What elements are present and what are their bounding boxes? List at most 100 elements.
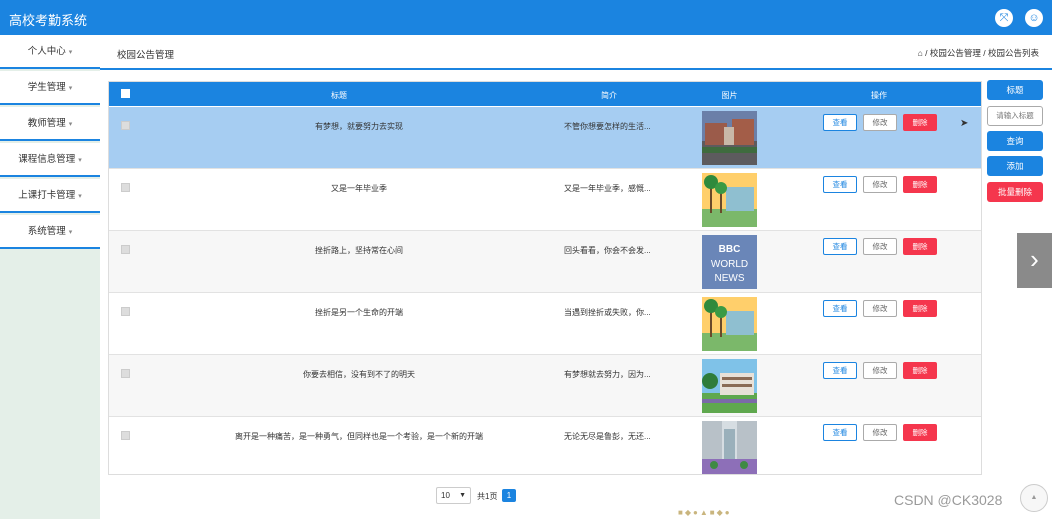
sidebar-item-label: 系统管理 bbox=[27, 226, 66, 237]
title-label-button[interactable]: 标题 bbox=[987, 80, 1043, 100]
home-icon[interactable]: ⌂ bbox=[918, 48, 923, 58]
delete-button[interactable]: 删除 bbox=[903, 424, 937, 441]
scroll-top-icon[interactable]: ▲ bbox=[1020, 484, 1048, 512]
view-button[interactable]: 查看 bbox=[823, 362, 857, 379]
cell-intro: 有梦想就去努力，因为... bbox=[564, 370, 651, 379]
table-row[interactable]: 挫折是另一个生命的开端 当遇到挫折或失败，你... 查看 修改 删除 bbox=[109, 293, 981, 355]
page-title: 校园公告管理 bbox=[117, 50, 175, 61]
row-checkbox[interactable] bbox=[121, 369, 130, 378]
column-header-image: 图片 bbox=[721, 91, 738, 100]
view-button[interactable]: 查看 bbox=[823, 238, 857, 255]
edit-button[interactable]: 修改 bbox=[863, 424, 897, 441]
breadcrumb: ⌂ / 校园公告管理 / 校园公告列表 bbox=[918, 47, 1039, 59]
edit-button[interactable]: 修改 bbox=[863, 300, 897, 317]
delete-button[interactable]: 删除 bbox=[903, 362, 937, 379]
sidebar-item-courses[interactable]: 课程信息管理 ▾ bbox=[0, 143, 100, 177]
chevron-down-icon: ▾ bbox=[78, 157, 82, 164]
cell-title: 你要去相信，没有到不了的明天 bbox=[303, 370, 415, 379]
breadcrumb-item[interactable]: 校园公告管理 bbox=[930, 48, 981, 58]
breadcrumb-bar: 校园公告管理 ⌂ / 校园公告管理 / 校园公告列表 bbox=[100, 35, 1052, 70]
row-checkbox[interactable] bbox=[121, 431, 130, 440]
total-pages: 共1页 bbox=[477, 492, 498, 501]
cell-title: 挫折是另一个生命的开端 bbox=[315, 308, 403, 317]
column-header-intro[interactable]: 简介 bbox=[579, 90, 639, 101]
notice-image[interactable] bbox=[702, 359, 757, 413]
cell-intro: 不管你想要怎样的生活... bbox=[564, 122, 651, 131]
notice-image[interactable] bbox=[702, 173, 757, 227]
toolbar-icon[interactable]: ■ bbox=[710, 508, 717, 517]
edit-button[interactable]: 修改 bbox=[863, 114, 897, 131]
page-size-value: 10 bbox=[441, 491, 450, 500]
sidebar-item-label: 学生管理 bbox=[27, 82, 66, 93]
cell-intro: 回头看看，你会不会发... bbox=[564, 246, 651, 255]
next-slide-arrow-icon[interactable]: › bbox=[1017, 233, 1052, 288]
mouse-cursor-icon: ➤ bbox=[960, 118, 969, 129]
table-row[interactable]: 你要去相信，没有到不了的明天 有梦想就去努力，因为... 查看 修改 删除 bbox=[109, 355, 981, 417]
sidebar-item-teachers[interactable]: 教师管理 ▾ bbox=[0, 107, 100, 141]
breadcrumb-separator: / bbox=[925, 48, 928, 58]
table-row[interactable]: 又是一年毕业季 又是一年毕业季，感慨... 查看 修改 删除 bbox=[109, 169, 981, 231]
sidebar-item-attendance[interactable]: 上课打卡管理 ▾ bbox=[0, 179, 100, 213]
batch-delete-button[interactable]: 批量删除 bbox=[987, 182, 1043, 202]
toolbar-icon[interactable]: ◆ bbox=[685, 508, 693, 517]
table-header: 标题 简介 图片 操作 bbox=[109, 82, 981, 106]
edit-button[interactable]: 修改 bbox=[863, 362, 897, 379]
notice-image[interactable]: BBC WORLD NEWS bbox=[702, 235, 757, 289]
sidebar-item-personal-center[interactable]: 个人中心 ▾ bbox=[0, 35, 100, 69]
row-checkbox[interactable] bbox=[121, 245, 130, 254]
user-icon[interactable]: ☺ bbox=[1025, 9, 1043, 27]
sidebar-item-label: 课程信息管理 bbox=[18, 154, 76, 165]
sidebar-item-label: 个人中心 bbox=[27, 46, 66, 57]
chevron-down-icon: ▾ bbox=[78, 193, 82, 200]
row-checkbox[interactable] bbox=[121, 307, 130, 316]
sidebar-item-students[interactable]: 学生管理 ▾ bbox=[0, 71, 100, 105]
search-input[interactable]: 请输入标题 bbox=[987, 106, 1043, 126]
toolbar-icon[interactable]: ● bbox=[725, 508, 732, 517]
toolbar-icon[interactable]: ■ bbox=[678, 508, 685, 517]
page-number-current[interactable]: 1 bbox=[502, 489, 516, 502]
view-button[interactable]: 查看 bbox=[823, 424, 857, 441]
main-content: 标题 简介 图片 操作 有梦想，就要努力去实现 不管你想要怎样的生活... 查看 修改… bbox=[100, 72, 1052, 519]
cell-title: 离开是一种痛苦，是一种勇气，但同样也是一个考验，是一个新的开端 bbox=[235, 432, 483, 441]
column-header-title[interactable]: 标题 bbox=[149, 90, 529, 101]
page-size-select[interactable]: 10 ▼ bbox=[436, 487, 471, 504]
notice-image[interactable] bbox=[702, 297, 757, 351]
add-button[interactable]: 添加 bbox=[987, 156, 1043, 176]
cell-title: 挫折路上，坚持常在心间 bbox=[315, 246, 403, 255]
toolbar-icon[interactable]: ▲ bbox=[700, 508, 710, 517]
column-header-actions: 操作 bbox=[871, 91, 887, 100]
cell-intro: 无论无尽是鲁彭，无还... bbox=[564, 432, 651, 441]
notice-image[interactable] bbox=[702, 111, 757, 165]
view-button[interactable]: 查看 bbox=[823, 300, 857, 317]
breadcrumb-item: 校园公告列表 bbox=[987, 48, 1039, 58]
toolbar-icon[interactable]: ● bbox=[693, 508, 700, 517]
sidebar-item-system[interactable]: 系统管理 ▾ bbox=[0, 215, 100, 249]
view-button[interactable]: 查看 bbox=[823, 114, 857, 131]
sidebar: 个人中心 ▾ 学生管理 ▾ 教师管理 ▾ 课程信息管理 ▾ 上课打卡管理 ▾ 系统管理 ▾ bbox=[0, 35, 100, 519]
toolbar-icon[interactable]: ◆ bbox=[717, 508, 725, 517]
table-row[interactable]: 离开是一种痛苦，是一种勇气，但同样也是一个考验，是一个新的开端 无论无尽是鲁彭，无… bbox=[109, 417, 981, 474]
bbc-text: WORLD bbox=[711, 259, 748, 270]
edit-button[interactable]: 修改 bbox=[863, 176, 897, 193]
bbc-text: NEWS bbox=[715, 273, 745, 284]
edit-button[interactable]: 修改 bbox=[863, 238, 897, 255]
watermark: CSDN @CK3028 bbox=[894, 492, 1003, 508]
floating-toolbar: ■◆●▲■◆● bbox=[678, 508, 732, 517]
view-button[interactable]: 查看 bbox=[823, 176, 857, 193]
delete-button[interactable]: 删除 bbox=[903, 114, 937, 131]
notice-image[interactable] bbox=[702, 421, 757, 474]
table-row[interactable]: 挫折路上，坚持常在心间 回头看看，你会不会发... BBC WORLD NEWS 查看 修改… bbox=[109, 231, 981, 293]
chevron-down-icon: ▾ bbox=[68, 49, 73, 56]
sidebar-item-label: 上课打卡管理 bbox=[18, 190, 76, 201]
fullscreen-icon[interactable]: ⤧ bbox=[995, 9, 1013, 27]
table-row[interactable]: 有梦想，就要努力去实现 不管你想要怎样的生活... 查看 修改 删除 bbox=[109, 107, 981, 169]
sidebar-item-label: 教师管理 bbox=[27, 118, 66, 129]
row-checkbox[interactable] bbox=[121, 183, 130, 192]
select-all-checkbox[interactable] bbox=[121, 89, 130, 98]
delete-button[interactable]: 删除 bbox=[903, 176, 937, 193]
search-button[interactable]: 查询 bbox=[987, 131, 1043, 151]
delete-button[interactable]: 删除 bbox=[903, 238, 937, 255]
delete-button[interactable]: 删除 bbox=[903, 300, 937, 317]
cell-intro: 当遇到挫折或失败，你... bbox=[564, 308, 651, 317]
row-checkbox[interactable] bbox=[121, 121, 130, 130]
